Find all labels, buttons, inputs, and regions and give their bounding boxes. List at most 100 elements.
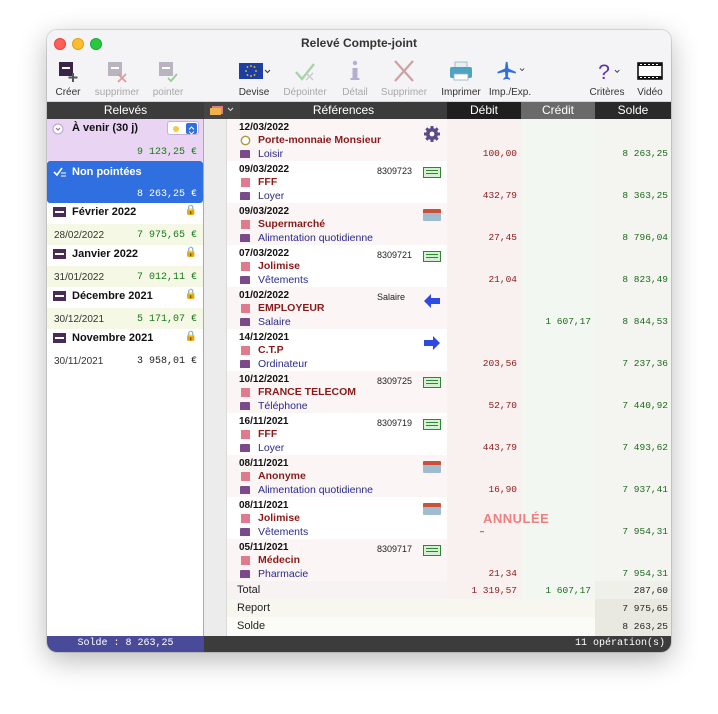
- transaction-solde: 7 954,31: [622, 568, 668, 579]
- transaction-row[interactable]: 09/03/2022 Supermarché Alimentation quotid…: [227, 203, 671, 245]
- transaction-row[interactable]: 08/11/2021 Anonyme Alimentation quotidienn…: [227, 455, 671, 497]
- credit-header[interactable]: Crédit: [521, 102, 595, 119]
- transaction-payee: Supermarché: [258, 218, 326, 230]
- statement-icon: [53, 333, 66, 343]
- criteres-button[interactable]: ? Critères: [589, 56, 624, 100]
- depointer-button[interactable]: Dépointer: [283, 56, 327, 100]
- operations-count: 11 opération(s): [204, 636, 671, 652]
- transaction-date: 01/02/2022: [239, 290, 290, 301]
- statement-icon: [53, 249, 66, 259]
- gear-icon[interactable]: [423, 125, 441, 142]
- cheque-icon[interactable]: [423, 377, 441, 391]
- row-grip-column: [204, 119, 227, 636]
- check-entry-icon: [153, 58, 183, 84]
- transaction-row[interactable]: 14/12/2021 C.T.P Ordinateur 203,56 7 237,36: [227, 329, 671, 371]
- folder-sort-icon: [210, 106, 234, 115]
- cheque-icon[interactable]: [423, 419, 441, 433]
- card-icon[interactable]: [423, 503, 441, 517]
- arrow-right-icon[interactable]: [423, 335, 441, 350]
- transaction-category: Loyer: [258, 442, 285, 454]
- statement-icon: [53, 291, 66, 301]
- payee-icon: [241, 472, 250, 481]
- pointer-entry-button[interactable]: pointer: [153, 56, 183, 100]
- sidebar-item-janvier-2022[interactable]: Janvier 2022 🔒 31/01/2022 7 012,11 €: [47, 245, 203, 287]
- imprimer-button[interactable]: Imprimer: [441, 56, 481, 100]
- transaction-number: 8309721: [377, 250, 413, 260]
- transaction-row[interactable]: 01/02/2022 Salaire EMPLOYEUR Salaire 1 607,1…: [227, 287, 671, 329]
- transaction-category: Alimentation quotidienne: [258, 232, 373, 244]
- sort-menu-button[interactable]: [204, 102, 240, 119]
- transaction-date: 16/11/2021: [239, 416, 289, 427]
- payee-icon: [241, 514, 250, 523]
- sidebar-item-date: 28/02/2022: [54, 230, 105, 241]
- transaction-category: Pharmacie: [258, 568, 309, 580]
- card-icon[interactable]: [423, 461, 441, 475]
- cheque-icon[interactable]: [423, 545, 441, 559]
- category-folder-icon: [240, 150, 250, 158]
- transaction-debit: –: [479, 526, 485, 537]
- film-icon: [635, 58, 665, 84]
- transaction-debit: 21,04: [488, 274, 517, 285]
- final-solde: 8 263,25: [622, 621, 668, 632]
- cheque-icon[interactable]: [423, 251, 441, 265]
- transaction-row[interactable]: 07/03/2022 8309721 Jolimise Vêtements 21,04 8…: [227, 245, 671, 287]
- sidebar-balance-footer: Solde : 8 263,25: [47, 636, 204, 652]
- transaction-payee: C.T.P: [258, 344, 284, 356]
- references-header[interactable]: Références: [240, 102, 447, 119]
- sidebar-item-avenir[interactable]: À venir (30 j) 9 123,25 €: [47, 119, 203, 161]
- arrow-left-icon[interactable]: [423, 293, 441, 308]
- transaction-category: Loisir: [258, 148, 284, 160]
- sidebar-item-label: Décembre 2021: [72, 290, 153, 302]
- report-solde: 7 975,65: [622, 603, 668, 614]
- category-folder-icon: [240, 234, 250, 242]
- supprimer-entry-button[interactable]: supprimer: [95, 56, 139, 100]
- sidebar-item-decembre-2021[interactable]: Décembre 2021 🔒 30/12/2021 5 171,07 €: [47, 287, 203, 329]
- card-icon[interactable]: [423, 209, 441, 223]
- transaction-date: 07/03/2022: [239, 248, 290, 259]
- sidebar-item-fevrier-2022[interactable]: Février 2022 🔒 28/02/2022 7 975,65 €: [47, 203, 203, 245]
- transaction-debit: 16,90: [488, 484, 517, 495]
- transaction-debit: 21,34: [488, 568, 517, 579]
- debit-header[interactable]: Débit: [447, 102, 521, 119]
- transaction-debit: 203,56: [482, 358, 517, 369]
- transaction-category: Ordinateur: [258, 358, 308, 370]
- report-label: Report: [237, 602, 271, 614]
- transaction-row[interactable]: 10/12/2021 8309725 FRANCE TELECOM Téléphone…: [227, 371, 671, 413]
- transaction-solde: 8 363,25: [622, 190, 668, 201]
- releves-sidebar: À venir (30 j) 9 123,25 € Non pointées 8…: [47, 119, 204, 636]
- detail-button[interactable]: Détail: [340, 56, 370, 100]
- transaction-row[interactable]: 12/03/2022 Porte-monnaie Monsieur Loisir 10…: [227, 119, 671, 161]
- video-button[interactable]: Vidéo: [635, 56, 665, 100]
- avenir-period-select[interactable]: [167, 121, 199, 135]
- total-credit: 1 607,17: [545, 585, 591, 596]
- sidebar-item-label: À venir (30 j): [72, 122, 139, 134]
- transaction-debit: 443,79: [482, 442, 517, 453]
- main-window: Relevé Compte-joint Créer supprimer poin…: [47, 30, 671, 652]
- payee-icon: [241, 304, 250, 313]
- transaction-solde: 7 440,92: [622, 400, 668, 411]
- sidebar-item-amount: 3 958,01 €: [136, 356, 197, 367]
- cheque-icon[interactable]: [423, 167, 441, 181]
- category-folder-icon: [240, 192, 250, 200]
- transaction-row[interactable]: 16/11/2021 8309719 FFF Loyer 443,79 7 493,62: [227, 413, 671, 455]
- transaction-debit: 432,79: [482, 190, 517, 201]
- sidebar-item-nonpointees[interactable]: Non pointées 8 263,25 €: [47, 161, 203, 203]
- solde-row: Solde 8 263,25: [227, 617, 671, 636]
- transaction-date: 10/12/2021: [239, 374, 290, 385]
- solde-header[interactable]: Solde: [595, 102, 671, 119]
- supprimer-button[interactable]: Supprimer: [381, 56, 427, 100]
- transaction-payee: Médecin: [258, 554, 301, 566]
- transaction-category: Loyer: [258, 190, 285, 202]
- transaction-payee: Anonyme: [258, 470, 306, 482]
- sidebar-item-date: 30/11/2021: [54, 356, 104, 367]
- releves-header[interactable]: Relevés: [47, 102, 204, 119]
- import-export-button[interactable]: Imp./Exp.: [489, 56, 531, 100]
- sidebar-item-novembre-2021[interactable]: Novembre 2021 🔒 30/11/2021 3 958,01 €: [47, 329, 203, 371]
- transaction-row[interactable]: 09/03/2022 8309723 FFF Loyer 432,79 8 363,25: [227, 161, 671, 203]
- lock-icon: 🔒: [184, 205, 197, 216]
- devise-button[interactable]: Devise: [237, 56, 271, 100]
- transaction-row[interactable]: 08/11/2021 Jolimise Vêtements ANNULÉE – 7 954…: [227, 497, 671, 539]
- transaction-row[interactable]: 05/11/2021 8309717 Médecin Pharmacie 21,34 7 …: [227, 539, 671, 581]
- creer-button[interactable]: Créer: [53, 56, 83, 100]
- info-icon: [340, 58, 370, 84]
